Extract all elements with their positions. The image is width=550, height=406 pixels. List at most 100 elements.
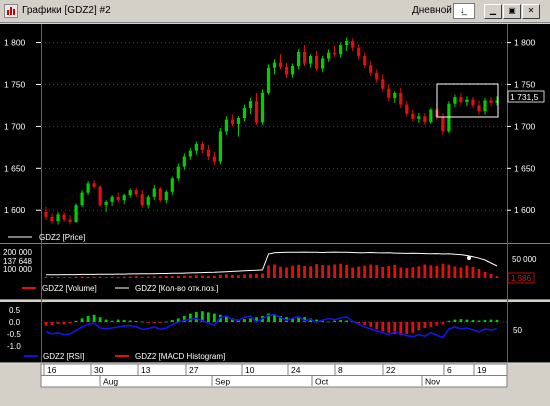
candle xyxy=(260,89,265,125)
candle-body xyxy=(266,67,271,93)
candle xyxy=(266,64,271,95)
macd-bar xyxy=(489,319,493,322)
candle-body xyxy=(176,166,180,179)
volume-bar xyxy=(309,266,312,278)
volume-bar xyxy=(62,277,66,278)
macd-bar xyxy=(369,322,373,327)
macd-bar xyxy=(453,319,457,322)
candle-body xyxy=(345,40,349,46)
current-price-label: 1 731,5 xyxy=(510,92,539,102)
volume-bar xyxy=(176,275,180,278)
volume-bar xyxy=(465,265,469,278)
candle-body xyxy=(272,62,277,68)
volume-bar xyxy=(218,274,222,278)
macd-bar xyxy=(459,319,463,322)
volume-bar xyxy=(261,273,264,278)
candle xyxy=(158,186,162,202)
title-bar[interactable]: Графики [GDZ2] #2 Дневной ↓̲ ▁ ▣ ✕ xyxy=(0,0,550,23)
chart-app-icon xyxy=(4,4,18,18)
candle-body xyxy=(290,66,295,75)
macd-bar xyxy=(423,322,427,328)
candle-body xyxy=(459,97,463,103)
restore-button[interactable]: ▣ xyxy=(503,4,521,19)
volume-bar xyxy=(92,276,96,278)
volume-bar xyxy=(483,272,487,278)
macd-bar xyxy=(104,319,108,322)
macd-bar xyxy=(188,313,192,322)
period-dropdown[interactable]: ↓̲ xyxy=(453,3,475,19)
macd-bar xyxy=(206,312,210,322)
candle-body xyxy=(429,109,433,123)
macd-bar xyxy=(447,320,451,322)
volume-bar xyxy=(243,274,246,278)
period-label: Дневной xyxy=(412,5,452,16)
volume-bar xyxy=(44,276,48,278)
macd-bar xyxy=(405,322,409,334)
candle-body xyxy=(110,196,114,202)
date-month-label: Sep xyxy=(215,377,230,387)
candle-body xyxy=(393,92,397,98)
candle-body xyxy=(194,144,198,151)
candle-body xyxy=(489,100,493,103)
candle-body xyxy=(152,188,156,197)
date-month-label: Nov xyxy=(425,377,441,387)
volume-bar xyxy=(345,264,349,278)
volume-bar xyxy=(182,275,186,278)
macd-bar xyxy=(225,316,228,322)
candle-body xyxy=(327,52,331,59)
macd-bar xyxy=(116,319,120,322)
volume-bar xyxy=(122,276,126,278)
volume-bar xyxy=(255,273,258,278)
candle-body xyxy=(260,92,265,123)
macd-bar xyxy=(74,320,78,322)
candle-body xyxy=(170,178,174,192)
candle-body xyxy=(351,40,355,48)
candle-body xyxy=(104,201,108,206)
candle-body xyxy=(188,150,192,157)
macd-bar xyxy=(152,322,156,324)
volume-bar xyxy=(417,266,421,278)
volume-bar xyxy=(98,276,102,278)
candle-body xyxy=(218,131,222,162)
candle-body xyxy=(74,205,78,222)
candle-body xyxy=(200,144,204,150)
candle-body xyxy=(417,116,421,119)
volume-bar xyxy=(399,267,403,278)
volume-bar xyxy=(170,276,174,278)
macd-bar xyxy=(128,320,132,322)
candle-body xyxy=(333,52,337,55)
candle-body xyxy=(453,97,457,104)
candle-body xyxy=(447,103,451,132)
volume-axis-label: 100 000 xyxy=(3,265,32,274)
volume-bar xyxy=(363,265,367,278)
volume-bar xyxy=(447,264,451,278)
candle-body xyxy=(134,190,138,195)
candle-body xyxy=(50,216,54,222)
minimize-icon: ▁ xyxy=(489,6,497,15)
volume-bar xyxy=(140,276,144,278)
candle xyxy=(429,107,433,124)
candle-body xyxy=(369,65,373,73)
candle-body xyxy=(68,219,72,222)
volume-bar xyxy=(303,266,306,278)
macd-legend-label: GDZ2 [MACD Histogram] xyxy=(135,352,225,361)
indicator-axis-label: -1.0 xyxy=(7,342,21,351)
volume-right-axis-label: 50 000 xyxy=(512,255,537,264)
volume-bar xyxy=(237,275,240,278)
candle-body xyxy=(164,191,168,201)
macd-bar xyxy=(345,320,349,322)
date-month-label: Oct xyxy=(315,377,329,387)
volume-bar xyxy=(104,277,108,278)
candle-body xyxy=(212,156,216,162)
candle-body xyxy=(146,196,150,206)
macd-bar xyxy=(158,322,162,323)
minimize-button[interactable]: ▁ xyxy=(484,4,502,19)
volume-left-labels: 200 000 137 648 100 000 xyxy=(3,248,32,274)
volume-bar xyxy=(194,275,198,278)
volume-bar xyxy=(206,276,210,278)
volume-legend-label: GDZ2 [Volume] xyxy=(42,284,97,293)
volume-bar xyxy=(387,266,391,278)
candle-body xyxy=(357,47,361,56)
volume-bar xyxy=(315,264,318,278)
close-button[interactable]: ✕ xyxy=(522,4,540,19)
